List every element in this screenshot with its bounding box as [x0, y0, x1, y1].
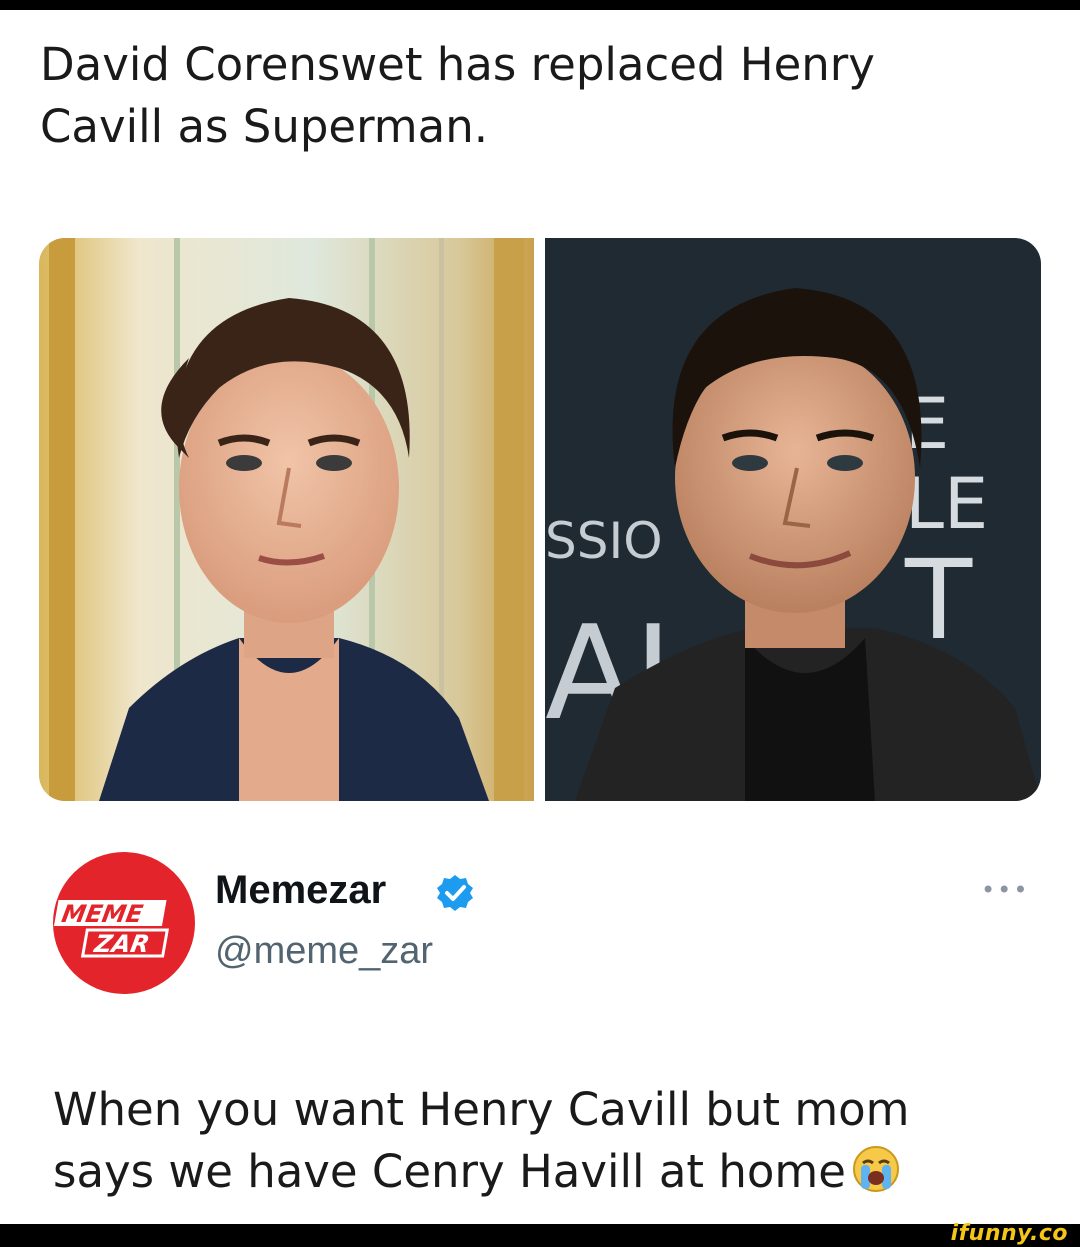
- top-border: [0, 0, 1080, 10]
- post-headline: David Corenswet has replaced Henry Cavil…: [40, 38, 875, 153]
- photo-henry-cavill: E LE T SSIO AI: [545, 238, 1041, 801]
- logo-line-2: ZAR: [91, 930, 151, 958]
- tweet-body: When you want Henry Cavill but mom says …: [53, 1083, 910, 1198]
- author-name[interactable]: Memezar: [215, 868, 386, 913]
- backdrop-text-left-mid: SSIO: [545, 512, 663, 570]
- more-options-icon[interactable]: •••: [981, 878, 1027, 902]
- backdrop-letter-mid: LE: [905, 463, 988, 545]
- photo-left-illustration: [39, 238, 534, 801]
- logo-line-1: MEME: [60, 900, 146, 928]
- ifunny-watermark: ifunny.co: [950, 1221, 1068, 1246]
- avatar[interactable]: MEME ZAR: [53, 852, 195, 994]
- tweet-text: When you want Henry Cavill but mom says …: [53, 1079, 1013, 1203]
- memezar-logo: MEME ZAR: [53, 852, 195, 994]
- loudly-crying-face-icon: [852, 1146, 899, 1192]
- verified-badge-icon: [437, 875, 473, 911]
- bottom-border: [0, 1224, 1080, 1247]
- photo-david-corenswet: [39, 238, 534, 801]
- author-handle[interactable]: @meme_zar: [215, 930, 433, 973]
- photo-right-illustration: E LE T SSIO AI: [545, 238, 1041, 801]
